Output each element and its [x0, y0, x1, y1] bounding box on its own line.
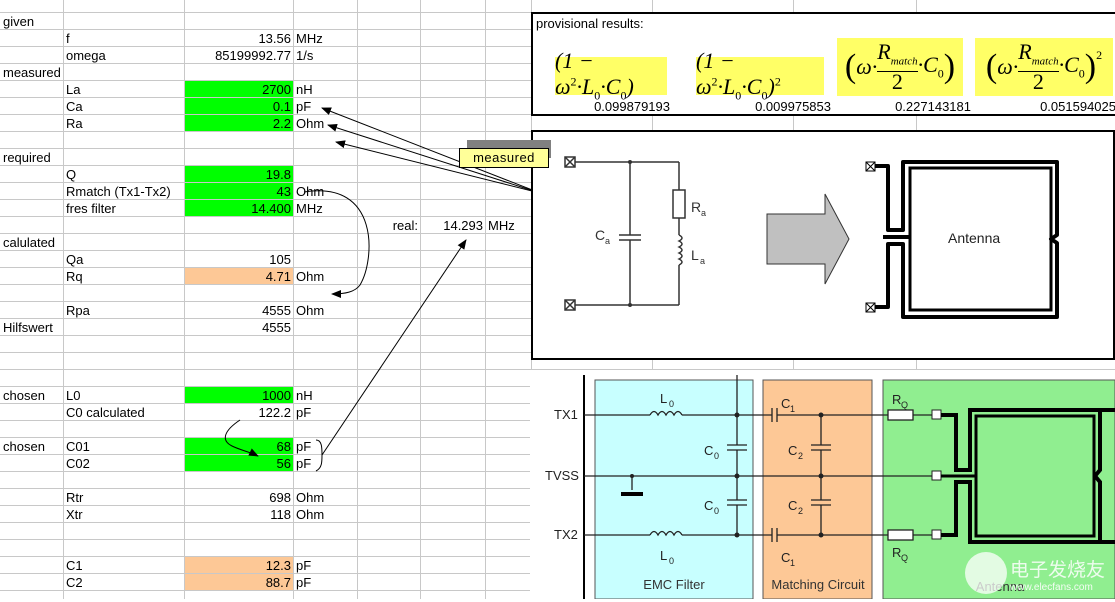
svg-text:a: a	[701, 208, 706, 218]
svg-text:a: a	[700, 256, 705, 266]
measured-callout[interactable]: measured	[459, 148, 549, 168]
svg-text:0: 0	[669, 556, 674, 566]
svg-text:2: 2	[798, 451, 803, 461]
transform-arrow-icon	[766, 193, 850, 285]
svg-text:1: 1	[790, 558, 795, 568]
ground-symbol-icon	[621, 492, 643, 496]
ra-label: R	[691, 199, 701, 215]
arrow-Q-to-Rq	[303, 190, 370, 298]
rq-top-label: R	[892, 392, 901, 407]
c2-bottom-label: C	[788, 498, 797, 513]
c1-top-label: C	[781, 396, 790, 411]
svg-text:Q: Q	[901, 400, 908, 410]
svg-text:a: a	[605, 236, 610, 246]
result-value-4[interactable]: 0.051594025	[973, 98, 1115, 115]
svg-text:2: 2	[798, 506, 803, 516]
brace-C01-C02	[315, 439, 323, 472]
matching-circuit-label: Matching Circuit	[771, 577, 865, 592]
matching-circuit-block	[762, 379, 873, 600]
antenna-equivalent-circuit-diagram: C a R a L a Antenna	[531, 130, 1115, 360]
c1-bottom-label: C	[781, 550, 790, 565]
l0-bottom-label: L	[660, 548, 667, 563]
l0-top-label: L	[660, 391, 667, 406]
arrow-C0-to-C01	[224, 419, 259, 457]
antenna-label: Antenna	[948, 230, 1000, 246]
tx2-label: TX2	[554, 527, 578, 542]
watermark-cn: 电子发烧友	[1010, 559, 1105, 581]
c0-bottom-label: C	[704, 498, 713, 513]
c2-top-label: C	[788, 443, 797, 458]
svg-text:0: 0	[714, 451, 719, 461]
matching-circuit-svg: TX1 TVSS TX2 L0 L0 C0 C0 C1 C1 C2 C2 RQ …	[545, 375, 1115, 600]
watermark-url: www.elecfans.com	[1009, 582, 1093, 593]
formula-1: (1 − ω2·L0·C0)	[555, 48, 667, 103]
watermark-logo-icon	[965, 552, 1007, 594]
svg-text:Q: Q	[901, 553, 908, 563]
result-value-2[interactable]: 0.009975853	[673, 98, 831, 115]
formula-4: ( ω· Rmatch 2 ·C0 )2	[975, 38, 1113, 96]
la-label: L	[691, 247, 699, 263]
emc-filter-block	[594, 379, 754, 600]
results-title: provisional results:	[536, 16, 644, 31]
tvss-label: TVSS	[545, 468, 579, 483]
svg-text:0: 0	[669, 399, 674, 409]
arrow-to-real	[321, 239, 467, 456]
rq-bottom-label: R	[892, 545, 901, 560]
c0-top-label: C	[704, 443, 713, 458]
equivalent-circuit-svg: C a R a L a Antenna	[564, 156, 1059, 319]
provisional-results-panel: provisional results: (1 − ω2·L0·C0) (1 −…	[531, 12, 1115, 116]
matching-circuit-diagram: TX1 TVSS TX2 L0 L0 C0 C0 C1 C1 C2 C2 RQ …	[530, 370, 1115, 600]
svg-text:1: 1	[790, 404, 795, 414]
tx1-label: TX1	[554, 407, 578, 422]
svg-text:0: 0	[714, 506, 719, 516]
result-value-1[interactable]: 0.099879193	[533, 98, 670, 115]
formula-2: (1 − ω2·L0·C0)2	[696, 48, 824, 103]
formula-3: ( ω· Rmatch 2 ·C0 )	[837, 38, 963, 96]
ca-label: C	[595, 227, 605, 243]
result-value-3[interactable]: 0.227143181	[833, 98, 971, 115]
emc-filter-label: EMC Filter	[643, 577, 705, 592]
